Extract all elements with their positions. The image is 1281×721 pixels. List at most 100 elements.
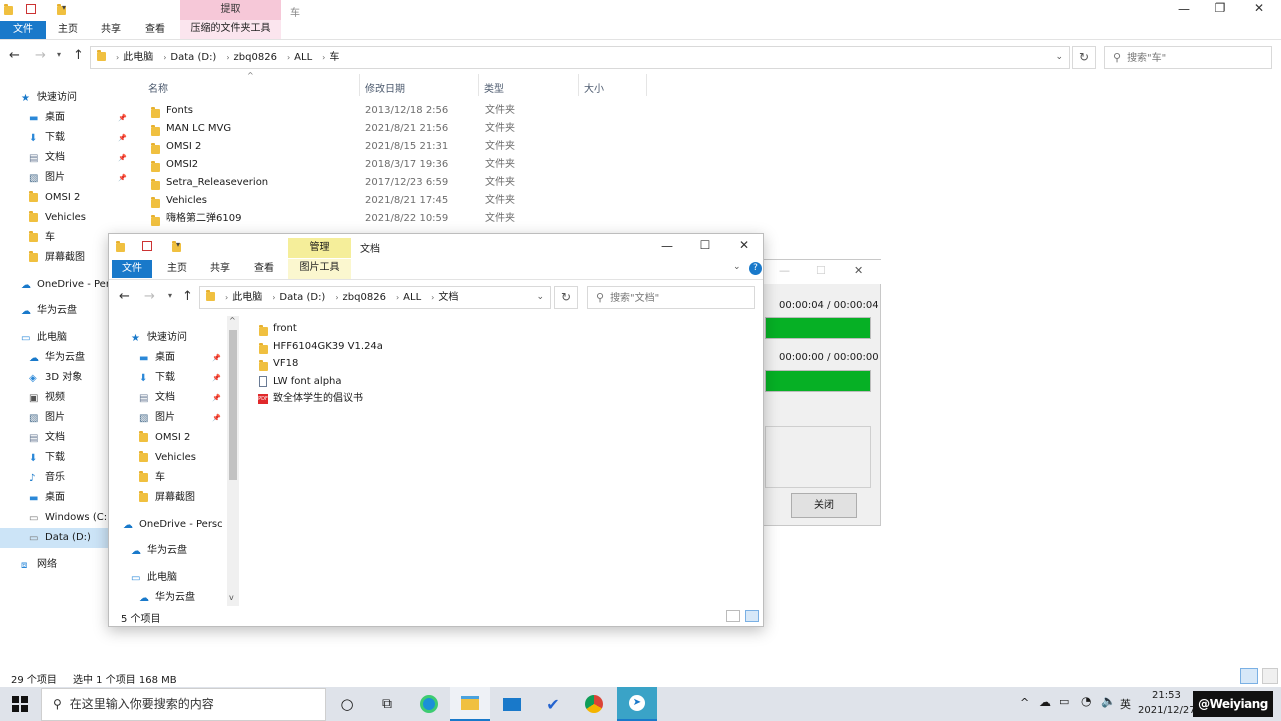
volume-icon[interactable]: 🔈 [1101,694,1116,708]
file-row[interactable]: Vehicles 2021/8/21 17:45 文件夹 [138,192,658,210]
clock-date[interactable]: 2021/12/27 [1138,705,1196,716]
doc-tab-home[interactable]: 主页 [167,260,187,278]
help-icon[interactable]: ? [749,262,762,275]
doc-forward-arrow-icon[interactable]: → [144,289,155,304]
doc-refresh-button[interactable]: ↻ [554,286,578,309]
cortana-icon[interactable]: ○ [327,687,367,721]
maximize-button[interactable]: ❐ [1200,1,1240,15]
dialog-maximize-icon[interactable]: ☐ [816,264,826,277]
todo-icon[interactable]: ✔ [533,687,573,721]
ime-indicator[interactable]: 英 [1120,696,1131,712]
dialog-close-button[interactable]: 关闭 [791,493,857,518]
forward-arrow-icon[interactable]: → [35,48,46,63]
dialog-minimize-icon[interactable]: — [779,264,790,277]
doc-breadcrumb-item[interactable]: ALL [403,287,421,308]
start-button[interactable] [0,687,40,721]
column-divider[interactable] [359,74,360,96]
back-arrow-icon[interactable]: ← [9,48,20,63]
nav-item[interactable]: ▬ 桌面 📌 [0,108,135,128]
battery-icon[interactable]: ▭ [1059,695,1069,708]
column-name[interactable]: 名称 [148,80,168,95]
doc-details-view-button[interactable] [726,610,740,622]
large-icons-view-button[interactable] [1262,668,1278,684]
nav-item[interactable]: ☁ 华为云盘 [117,541,227,561]
close-button[interactable]: ✕ [1239,1,1279,15]
nav-item[interactable]: ▤ 文档 📌 [0,148,135,168]
nav-item[interactable]: ▭ 此电脑 [117,568,227,588]
onedrive-tray-icon[interactable]: ☁ [1039,695,1051,709]
doc-close-button[interactable]: ✕ [724,238,764,252]
file-row[interactable]: OMSI 2 2021/8/15 21:31 文件夹 [138,138,658,156]
file-row[interactable]: OMSI2 2018/3/17 19:36 文件夹 [138,156,658,174]
column-date[interactable]: 修改日期 [365,80,405,95]
nav-item[interactable]: 屏幕截图 [117,488,227,508]
nav-item[interactable]: ☁ OneDrive - Persc [117,515,227,535]
breadcrumb-item[interactable]: 此电脑 [123,47,153,68]
column-divider[interactable] [578,74,579,96]
address-bar[interactable]: › 此电脑 › Data (D:) › zbq0826 › ALL › 车 ⌄ [90,46,1070,69]
file-explorer-taskbar-icon[interactable] [450,687,490,721]
breadcrumb-item[interactable]: 车 [329,47,339,68]
refresh-button[interactable]: ↻ [1072,46,1096,69]
doc-tab-share[interactable]: 共享 [210,260,230,278]
doc-recent-dropdown-icon[interactable]: ▾ [168,291,172,300]
doc-tab-file[interactable]: 文件 [112,260,152,278]
scroll-down-icon[interactable]: v [229,593,234,602]
column-type[interactable]: 类型 [484,80,504,95]
file-row[interactable]: MAN LC MVG 2021/8/21 21:56 文件夹 [138,120,658,138]
tab-zip-tools[interactable]: 压缩的文件夹工具 [180,20,281,39]
doc-qat-properties-icon[interactable] [142,241,152,251]
ribbon-expand-icon[interactable]: ⌄ [733,262,741,272]
column-divider[interactable] [646,74,647,96]
doc-search-box[interactable]: ⚲ 搜索"文档" [587,286,755,309]
tab-view[interactable]: 查看 [145,21,165,39]
doc-address-bar[interactable]: › 此电脑 › Data (D:) › zbq0826 › ALL › 文档 ⌄ [199,286,551,309]
doc-breadcrumb-item[interactable]: zbq0826 [343,287,386,308]
qat-dropdown-icon[interactable]: ▾ [62,3,66,12]
scroll-up-icon[interactable]: ^ [229,316,236,325]
nav-item[interactable]: OMSI 2 [117,428,227,448]
nav-item[interactable]: ⬇ 下载 📌 [117,368,227,388]
doc-tab-view[interactable]: 查看 [254,260,274,278]
nav-item[interactable]: ▧ 图片 📌 [0,168,135,188]
edge-icon[interactable] [409,687,449,721]
nav-item[interactable]: ▤ 文档 📌 [117,388,227,408]
nav-item[interactable]: ☁ 华为云盘 [117,588,227,608]
up-arrow-icon[interactable]: ↑ [73,48,84,63]
details-view-button[interactable] [1240,668,1258,684]
tab-file[interactable]: 文件 [0,21,46,39]
chrome-icon[interactable] [574,687,614,721]
doc-minimize-button[interactable]: — [647,239,687,253]
file-row[interactable]: Setra_Releaseverion 2017/12/23 6:59 文件夹 [138,174,658,192]
nav-item[interactable]: ★ 快速访问 [0,88,135,108]
nav-item[interactable]: Vehicles [117,448,227,468]
column-size[interactable]: 大小 [584,80,604,95]
doc-back-arrow-icon[interactable]: ← [119,289,130,304]
taskbar-search-box[interactable]: ⚲ 在这里输入你要搜索的内容 [41,688,326,721]
task-view-icon[interactable]: ⧉ [367,687,407,721]
doc-file-item[interactable]: VF18 [257,355,557,373]
nav-item[interactable]: OMSI 2 [0,188,135,208]
file-row[interactable]: 嗨格第二弹6109 2021/8/22 10:59 文件夹 [138,210,658,228]
doc-file-item[interactable]: front [257,320,557,338]
nav-item[interactable]: ★ 快速访问 [117,328,227,348]
tab-home[interactable]: 主页 [58,21,78,39]
breadcrumb-item[interactable]: zbq0826 [234,47,277,68]
clock-time[interactable]: 21:53 [1152,690,1181,701]
nav-item[interactable]: 车 [117,468,227,488]
nav-item[interactable]: ▬ 桌面 📌 [117,348,227,368]
breadcrumb-item[interactable]: Data (D:) [170,47,216,68]
dialog-close-icon[interactable]: ✕ [854,264,863,277]
doc-file-item[interactable]: PDF 致全体学生的倡议书 [257,390,557,408]
scroll-thumb[interactable] [229,330,237,480]
file-row[interactable]: Fonts 2013/12/18 2:56 文件夹 [138,102,658,120]
qat-properties-icon[interactable] [26,4,36,14]
teamviewer-icon[interactable]: ➤ [617,687,657,721]
doc-breadcrumb-item[interactable]: 文档 [438,287,458,308]
minimize-button[interactable]: — [1164,2,1204,16]
doc-qat-dropdown-icon[interactable]: ▾ [176,240,180,249]
doc-file-item[interactable]: LW font alpha [257,373,557,391]
nav-scrollbar[interactable]: ^ v [227,316,239,606]
doc-file-item[interactable]: HFF6104GK39 V1.24a [257,338,557,356]
address-dropdown-icon[interactable]: ⌄ [1055,47,1063,68]
